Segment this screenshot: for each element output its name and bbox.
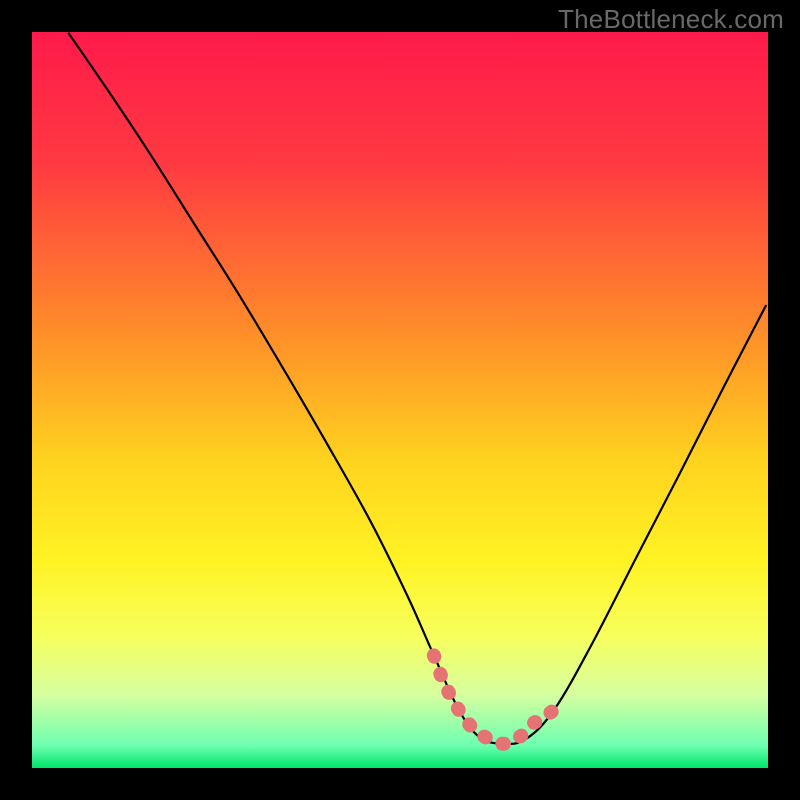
chart-svg — [0, 0, 800, 800]
chart-frame: TheBottleneck.com — [0, 0, 800, 800]
watermark-text: TheBottleneck.com — [558, 4, 784, 35]
